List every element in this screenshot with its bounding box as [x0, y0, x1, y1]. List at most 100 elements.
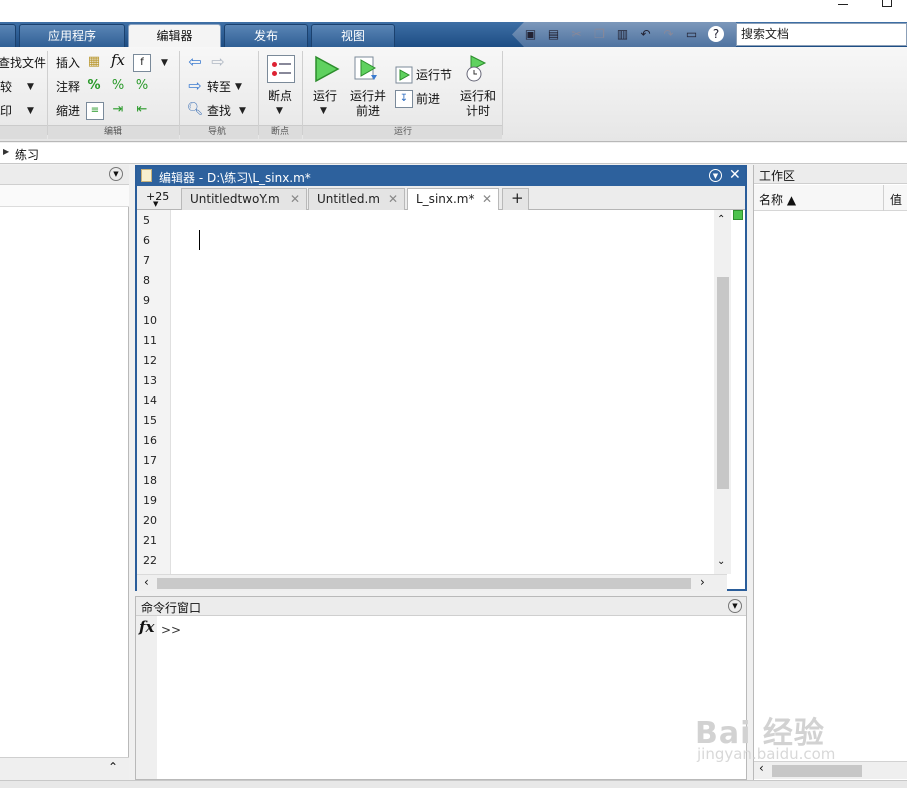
indent-button[interactable]: 缩进: [56, 104, 80, 118]
switch-windows-icon[interactable]: ▭: [683, 26, 700, 43]
chevron-right-icon[interactable]: ›: [700, 575, 705, 589]
run-icon[interactable]: [312, 55, 340, 83]
line-number: 10: [143, 314, 157, 327]
run-section-icon[interactable]: [395, 66, 413, 84]
panel-menu-icon[interactable]: ▼: [709, 169, 722, 182]
find-button[interactable]: 查找: [207, 104, 231, 118]
run-and-advance-label-2[interactable]: 前进: [356, 104, 380, 118]
code-analyzer-status-icon[interactable]: [733, 210, 743, 220]
chevron-down-icon[interactable]: ▼: [27, 106, 34, 116]
comment-button[interactable]: 注释: [56, 80, 80, 94]
tab-publish[interactable]: 发布: [224, 24, 308, 47]
tab-editor[interactable]: 编辑器: [128, 24, 221, 48]
chevron-up-icon[interactable]: ⌃: [717, 214, 725, 225]
insert-section-icon[interactable]: ▦: [85, 54, 103, 72]
chevron-down-icon[interactable]: ▼: [27, 82, 34, 92]
run-button[interactable]: 运行: [313, 89, 337, 103]
uncomment-icon[interactable]: %: [109, 78, 127, 96]
print-button[interactable]: 打印: [0, 104, 12, 118]
tab-home-partial[interactable]: [0, 24, 16, 47]
breadcrumb-folder[interactable]: 练习: [15, 146, 39, 163]
wrap-comments-icon[interactable]: %: [133, 78, 151, 96]
add-tab-button[interactable]: +: [502, 188, 529, 210]
cut-icon[interactable]: ✂: [568, 26, 585, 43]
goto-icon[interactable]: ⇨: [186, 78, 204, 96]
column-divider[interactable]: [883, 185, 884, 211]
horizontal-scrollbar[interactable]: ‹: [754, 761, 907, 779]
tab-apps[interactable]: 应用程序: [19, 24, 125, 47]
chevron-down-icon[interactable]: ▼: [239, 106, 246, 116]
scroll-thumb[interactable]: [717, 277, 729, 489]
code-area[interactable]: [171, 210, 714, 574]
run-and-time-label-1[interactable]: 运行和: [460, 89, 496, 103]
insert-button[interactable]: 插入: [56, 56, 80, 70]
save-icon[interactable]: ▤: [545, 26, 562, 43]
breakpoints-icon[interactable]: [267, 55, 295, 83]
close-tab-icon[interactable]: ✕: [290, 189, 300, 209]
function-browser-icon[interactable]: f: [133, 54, 151, 72]
panel-menu-icon[interactable]: ▼: [728, 599, 742, 613]
function-browser-icon[interactable]: fx: [139, 618, 154, 636]
back-icon[interactable]: ⇦: [186, 54, 204, 72]
command-prompt[interactable]: >>: [161, 623, 181, 637]
command-window-panel: 命令行窗口 ▼ fx >>: [135, 596, 747, 780]
close-tab-icon[interactable]: ✕: [482, 189, 492, 209]
tab-untitledtwoy[interactable]: UntitledtwoY.m ✕: [181, 188, 307, 210]
minimize-icon[interactable]: [838, 4, 848, 5]
chevron-up-icon[interactable]: ⌃: [108, 760, 118, 774]
increase-indent-icon[interactable]: ⇥: [109, 102, 127, 120]
close-icon[interactable]: ✕: [729, 167, 741, 183]
scroll-thumb[interactable]: [772, 765, 862, 777]
panel-menu-icon[interactable]: ▼: [109, 167, 123, 181]
ribbon-separator: [179, 51, 180, 135]
help-icon[interactable]: ?: [708, 26, 724, 42]
scroll-thumb[interactable]: [157, 578, 691, 589]
goto-button[interactable]: 转至: [207, 80, 231, 94]
redo-icon[interactable]: ↷: [660, 26, 677, 43]
chevron-down-icon[interactable]: ▼: [161, 58, 168, 68]
advance-icon[interactable]: ↧: [395, 90, 413, 108]
tab-l-sinx[interactable]: L_sinx.m* ✕: [407, 188, 499, 211]
decrease-indent-icon[interactable]: ⇤: [133, 102, 151, 120]
chevron-down-icon[interactable]: ⌄: [717, 556, 725, 567]
vertical-scrollbar[interactable]: ⌃ ⌄: [714, 210, 731, 574]
insert-function-icon[interactable]: fx: [111, 53, 125, 68]
compare-button[interactable]: 比较: [0, 80, 12, 94]
chevron-down-icon[interactable]: ▼: [276, 106, 283, 116]
new-icon[interactable]: ▣: [522, 26, 539, 43]
find-files-button[interactable]: 查找文件: [0, 56, 46, 70]
smart-indent-icon[interactable]: ≡: [86, 102, 104, 120]
run-and-time-label-2[interactable]: 计时: [466, 104, 490, 118]
column-name[interactable]: 名称 ▲: [759, 191, 796, 208]
advance-button[interactable]: 前进: [416, 92, 440, 106]
copy-icon[interactable]: ❐: [591, 26, 608, 43]
chevron-right-icon[interactable]: ▶: [3, 147, 9, 156]
tab-untitled[interactable]: Untitled.m ✕: [308, 188, 405, 210]
search-docs-input[interactable]: 搜索文档: [736, 23, 907, 46]
line-number: 8: [143, 274, 150, 287]
find-icon[interactable]: 🔍︎: [186, 102, 204, 120]
run-and-advance-label-1[interactable]: 运行并: [350, 89, 386, 103]
maximize-icon[interactable]: [882, 0, 892, 7]
column-value[interactable]: 值: [890, 191, 902, 208]
run-and-time-icon[interactable]: [463, 55, 491, 83]
comment-icon[interactable]: %: [85, 78, 103, 96]
forward-icon[interactable]: ⇨: [209, 54, 227, 72]
chevron-down-icon[interactable]: ▼: [235, 82, 242, 92]
run-and-advance-icon[interactable]: [353, 55, 381, 83]
chevron-left-icon[interactable]: ‹: [759, 761, 764, 775]
run-section-button[interactable]: 运行节: [416, 68, 452, 82]
chevron-down-icon[interactable]: ▼: [153, 200, 158, 208]
paste-icon[interactable]: ▥: [614, 26, 631, 43]
tab-view[interactable]: 视图: [311, 24, 395, 47]
close-tab-icon[interactable]: ✕: [388, 189, 398, 209]
chevron-left-icon[interactable]: ‹: [144, 575, 149, 589]
ribbon-separator: [302, 51, 303, 135]
breakpoints-button[interactable]: 断点: [268, 89, 292, 103]
undo-icon[interactable]: ↶: [637, 26, 654, 43]
horizontal-scrollbar[interactable]: ‹ ›: [137, 574, 727, 591]
chevron-down-icon[interactable]: ▼: [320, 106, 327, 116]
watermark-url: jingyan.baidu.com: [697, 745, 836, 763]
line-number: 15: [143, 414, 157, 427]
group-label-run: 运行: [303, 125, 502, 139]
